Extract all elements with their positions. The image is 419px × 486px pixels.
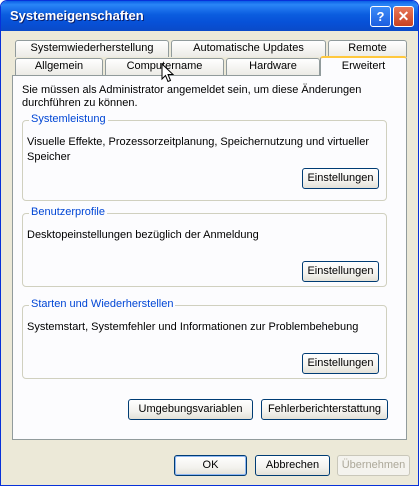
group-user-profiles-description: Desktopeinstellungen bezüglich der Anmel… bbox=[27, 229, 259, 241]
group-startup-recovery: Starten und Wiederherstellen Systemstart… bbox=[22, 298, 387, 379]
help-button[interactable]: ? bbox=[370, 6, 391, 27]
ok-button[interactable]: OK bbox=[174, 455, 247, 476]
group-performance: Systemleistung Visuelle Effekte, Prozess… bbox=[22, 113, 387, 201]
tab-allgemein[interactable]: Allgemein bbox=[15, 58, 103, 75]
group-startup-recovery-description: Systemstart, Systemfehler und Informatio… bbox=[27, 321, 359, 333]
group-performance-label: Systemleistung bbox=[29, 113, 108, 126]
advanced-tab-panel: Sie müssen als Administrator angemeldet … bbox=[12, 75, 407, 440]
cancel-button[interactable]: Abbrechen bbox=[255, 455, 330, 476]
user-profiles-settings-button[interactable]: Einstellungen bbox=[302, 261, 379, 282]
tab-automatische-updates[interactable]: Automatische Updates bbox=[171, 40, 326, 57]
group-user-profiles: Benutzerprofile Desktopeinstellungen bez… bbox=[22, 206, 387, 287]
mouse-cursor-icon bbox=[161, 63, 175, 83]
group-performance-description: Visuelle Effekte, Prozessorzeitplanung, … bbox=[27, 136, 370, 163]
system-properties-window: Systemeigenschaften ? ✕ Systemwiederhers… bbox=[0, 0, 419, 486]
group-startup-recovery-label: Starten und Wiederherstellen bbox=[29, 298, 176, 311]
environment-variables-button[interactable]: Umgebungsvariablen bbox=[128, 399, 253, 420]
error-reporting-button[interactable]: Fehlerberichterstattung bbox=[261, 399, 388, 420]
tab-erweitert[interactable]: Erweitert bbox=[320, 56, 407, 76]
title-bar[interactable]: Systemeigenschaften ? ✕ bbox=[1, 1, 418, 31]
tab-remote[interactable]: Remote bbox=[328, 40, 407, 57]
tab-hardware[interactable]: Hardware bbox=[226, 58, 320, 75]
window-title: Systemeigenschaften bbox=[10, 8, 144, 23]
apply-button[interactable]: Übernehmen bbox=[337, 455, 410, 476]
startup-recovery-settings-button[interactable]: Einstellungen bbox=[302, 353, 379, 374]
tab-systemwiederherstellung[interactable]: Systemwiederherstellung bbox=[15, 40, 169, 57]
close-button[interactable]: ✕ bbox=[393, 6, 414, 27]
group-user-profiles-label: Benutzerprofile bbox=[29, 206, 107, 219]
admin-notice: Sie müssen als Administrator angemeldet … bbox=[22, 84, 362, 109]
performance-settings-button[interactable]: Einstellungen bbox=[302, 168, 379, 189]
